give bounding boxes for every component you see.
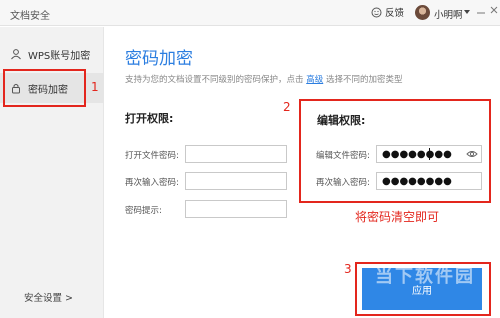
minimize-icon[interactable] xyxy=(474,4,488,20)
annotation-number-1: 1 xyxy=(91,80,99,94)
feedback-button[interactable]: 反馈 xyxy=(371,5,404,19)
text-cursor xyxy=(429,148,430,160)
annotation-note: 将密码清空即可 xyxy=(355,210,440,224)
edit-password-label: 编辑文件密码: xyxy=(316,151,370,161)
security-settings-link[interactable]: 安全设置 > xyxy=(24,290,73,304)
open-reenter-field[interactable] xyxy=(185,172,287,190)
feedback-icon xyxy=(371,7,382,17)
username[interactable]: 小明啊 xyxy=(434,7,463,21)
password-hint-field[interactable] xyxy=(185,200,287,218)
page-description: 支持为您的文档设置不同级别的密码保护，点击 高级 选择不同的加密类型 xyxy=(125,73,402,85)
open-permission-heading: 打开权限: xyxy=(125,112,174,125)
edit-password-field[interactable]: ●●●●●●●● xyxy=(376,145,482,163)
chevron-down-icon[interactable] xyxy=(464,10,470,14)
page-title: 密码加密 xyxy=(125,49,193,69)
user-icon xyxy=(11,49,21,60)
advanced-link[interactable]: 高级 xyxy=(306,75,323,85)
close-icon[interactable] xyxy=(487,4,500,20)
eye-icon[interactable] xyxy=(466,149,478,159)
open-password-field[interactable] xyxy=(185,145,287,163)
sidebar-item-wps-account[interactable]: WPS账号加密 xyxy=(0,39,104,69)
title-bar: 文档安全 反馈 小明啊 xyxy=(0,0,500,26)
annotation-box-1 xyxy=(3,69,86,107)
annotation-number-2: 2 xyxy=(283,100,291,114)
edit-reenter-field[interactable]: ●●●●●●●● xyxy=(376,172,482,190)
annotation-number-3: 3 xyxy=(344,262,352,276)
edit-permission-heading: 编辑权限: xyxy=(317,114,366,127)
desc-suffix: 选择不同的加密类型 xyxy=(325,75,403,85)
window-title: 文档安全 xyxy=(10,11,50,22)
open-reenter-label: 再次输入密码: xyxy=(125,178,179,188)
edit-reenter-label: 再次输入密码: xyxy=(316,178,370,188)
sidebar-item-label: WPS账号加密 xyxy=(28,50,91,62)
feedback-label: 反馈 xyxy=(385,8,405,19)
edit-reenter-value: ●●●●●●●● xyxy=(382,176,452,187)
edit-password-value: ●●●●●●●● xyxy=(382,149,452,160)
open-password-label: 打开文件密码: xyxy=(125,151,179,161)
avatar[interactable] xyxy=(415,5,430,20)
password-hint-label: 密码提示: xyxy=(125,206,162,216)
watermark: 当下软件园 xyxy=(375,266,475,287)
desc-prefix: 支持为您的文档设置不同级别的密码保护，点击 xyxy=(125,75,304,85)
